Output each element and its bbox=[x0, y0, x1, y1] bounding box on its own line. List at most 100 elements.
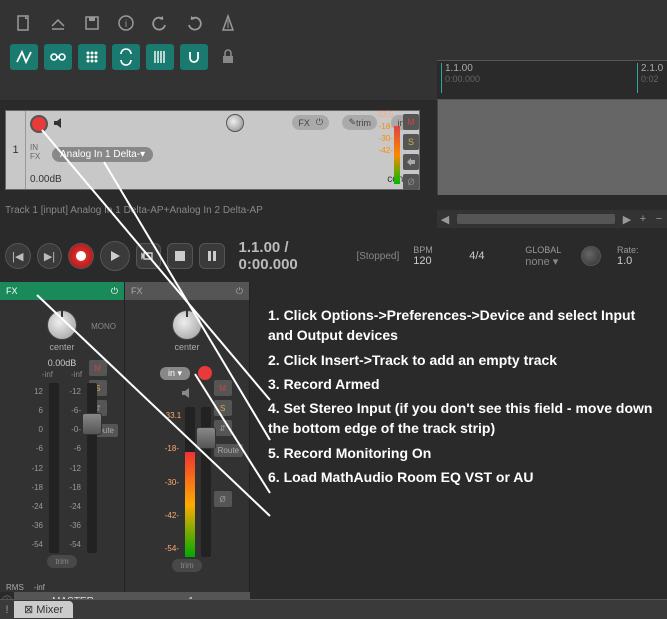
route-small-button[interactable] bbox=[403, 154, 419, 170]
ch1-input-mode[interactable]: in ▾ bbox=[160, 367, 190, 380]
trim-icon: ✎ bbox=[348, 117, 356, 128]
info-icon[interactable]: i bbox=[112, 10, 140, 36]
master-trim-button[interactable]: trim bbox=[47, 555, 76, 568]
instruction-1: 1. Click Options->Preferences->Device an… bbox=[268, 305, 663, 346]
master-pan-label: center bbox=[49, 342, 74, 352]
chevron-down-icon: ▾ bbox=[140, 149, 145, 160]
undo-icon[interactable] bbox=[146, 10, 174, 36]
go-end-button[interactable]: ▶| bbox=[37, 243, 63, 269]
ch1-phase-button[interactable]: Ø bbox=[214, 491, 232, 507]
scrollbar-thumb[interactable] bbox=[457, 214, 615, 224]
instruction-5: 5. Record Monitoring On bbox=[268, 443, 663, 463]
zoom-out-icon[interactable]: − bbox=[651, 211, 667, 227]
master-peak-left: -inf bbox=[42, 370, 53, 379]
ch1-trim-button[interactable]: trim bbox=[172, 559, 201, 572]
master-mute-button[interactable]: M bbox=[89, 360, 107, 376]
sync-label: GLOBAL bbox=[525, 245, 565, 255]
ch1-solo-button[interactable]: S bbox=[214, 400, 232, 416]
stop-button[interactable] bbox=[167, 243, 193, 269]
track-meter-scale: -33.5 -18- -30- -42- bbox=[375, 110, 395, 158]
ripple-icon[interactable] bbox=[112, 44, 140, 70]
instruction-2: 2. Click Insert->Track to add an empty t… bbox=[268, 350, 663, 370]
instruction-overlay: 1. Click Options->Preferences->Device an… bbox=[268, 305, 663, 491]
master-fader-handle[interactable] bbox=[82, 413, 102, 435]
in-fx-label[interactable]: IN FX bbox=[30, 143, 40, 161]
mute-button[interactable]: M bbox=[403, 114, 419, 130]
bpm-value[interactable]: 120 bbox=[413, 255, 453, 267]
go-start-button[interactable]: |◀ bbox=[5, 243, 31, 269]
envelope-icon[interactable] bbox=[10, 44, 38, 70]
ruler-mark-2-sub: 0:02 bbox=[641, 74, 659, 84]
ch1-mute-button[interactable]: M bbox=[214, 380, 232, 396]
rms-label: RMS bbox=[6, 583, 24, 592]
track-volume-knob[interactable] bbox=[226, 114, 244, 132]
loop-button[interactable] bbox=[136, 243, 162, 269]
rate-value[interactable]: 1.0 bbox=[617, 255, 657, 267]
save-icon[interactable] bbox=[78, 10, 106, 36]
master-pan-knob[interactable] bbox=[47, 310, 77, 340]
rms-value: -inf bbox=[34, 583, 45, 592]
playrate-knob[interactable] bbox=[581, 246, 601, 266]
ruler-mark-1-sub: 0:00.000 bbox=[445, 74, 480, 84]
new-icon[interactable] bbox=[10, 10, 38, 36]
arrange-area[interactable] bbox=[437, 100, 667, 195]
zoom-in-icon[interactable]: + bbox=[635, 211, 651, 227]
timesig-value[interactable]: 4/4 bbox=[469, 250, 509, 262]
ch1-fader-handle[interactable] bbox=[196, 427, 216, 449]
master-meter-left bbox=[49, 383, 59, 553]
close-icon[interactable]: ⊠ bbox=[24, 604, 33, 616]
solo-button[interactable]: S bbox=[403, 134, 419, 150]
tab-collapse-icon[interactable]: ! bbox=[0, 604, 14, 616]
record-arm-button[interactable] bbox=[30, 115, 48, 133]
mono-button[interactable]: MONO bbox=[91, 322, 116, 331]
timeline-ruler[interactable]: 1.1.00 0:00.000 2.1.0 0:02 bbox=[437, 60, 667, 100]
track-strip: 1 FX ⏻ ✎ trim in ▾ IN FX Analog In 1 Del… bbox=[5, 110, 420, 190]
scroll-right-icon[interactable]: ▶ bbox=[619, 211, 635, 227]
transport-status: [Stopped] bbox=[356, 251, 399, 262]
ch1-fader[interactable] bbox=[201, 407, 211, 557]
track-trim-button[interactable]: ✎ trim bbox=[342, 115, 377, 130]
time-display[interactable]: 1.1.00 / 0:00.000 bbox=[239, 239, 351, 273]
play-button[interactable] bbox=[100, 241, 130, 271]
lock-icon[interactable] bbox=[214, 44, 242, 70]
master-fader[interactable] bbox=[87, 383, 97, 553]
stereo-input-selector[interactable]: Analog In 1 Delta- ▾ bbox=[52, 147, 153, 162]
track-fx-button[interactable]: FX ⏻ bbox=[292, 115, 329, 130]
master-scale-left: 1260 -6-12-18 -24-36-54 bbox=[27, 383, 43, 553]
ch1-record-arm-button[interactable] bbox=[196, 364, 214, 382]
track-db-readout: 0.00dB bbox=[30, 174, 62, 185]
ch1-route-button[interactable]: ⇵ bbox=[214, 420, 232, 436]
snap-magnet-icon[interactable] bbox=[180, 44, 208, 70]
ch1-monitor-icon[interactable] bbox=[180, 391, 194, 403]
mixer-panel: FX ⏻ center MONO 0.00dB -inf -inf M S ⇵ … bbox=[0, 282, 250, 592]
instruction-4: 4. Set Stereo Input (if you don't see th… bbox=[268, 398, 663, 439]
phase-button[interactable]: Ø bbox=[403, 174, 419, 190]
snap-lines-icon[interactable] bbox=[146, 44, 174, 70]
tab-mixer[interactable]: ⊠ Mixer bbox=[14, 601, 73, 618]
horizontal-scrollbar[interactable]: ◀ ▶ + − bbox=[437, 210, 667, 228]
mixer-strip-1: FX ⏻ center in ▾ M S ⇵ Route Ø -33.1 -18 bbox=[125, 282, 250, 592]
bpm-label: BPM bbox=[413, 245, 453, 255]
pause-button[interactable] bbox=[199, 243, 225, 269]
master-fx-button[interactable]: FX ⏻ bbox=[0, 282, 124, 300]
sync-value[interactable]: none ▾ bbox=[525, 255, 565, 268]
link-icon[interactable] bbox=[44, 44, 72, 70]
ch1-pan-knob[interactable] bbox=[172, 310, 202, 340]
metronome-icon[interactable] bbox=[214, 10, 242, 36]
track-meter-bar bbox=[394, 126, 400, 184]
fx-power-icon[interactable]: ⏻ bbox=[236, 286, 243, 297]
redo-icon[interactable] bbox=[180, 10, 208, 36]
track-number[interactable]: 1 bbox=[6, 111, 26, 189]
master-peak-right: -inf bbox=[71, 370, 82, 379]
ch1-route-label[interactable]: Route bbox=[214, 444, 243, 457]
fx-power-icon[interactable]: ⏻ bbox=[111, 286, 118, 297]
monitor-speaker-icon[interactable] bbox=[52, 116, 66, 133]
grid-icon[interactable] bbox=[78, 44, 106, 70]
record-button[interactable] bbox=[68, 243, 94, 269]
fx-power-icon[interactable]: ⏻ bbox=[316, 117, 323, 128]
scroll-left-icon[interactable]: ◀ bbox=[437, 211, 453, 227]
instruction-6: 6. Load MathAudio Room EQ VST or AU bbox=[268, 467, 663, 487]
rate-label: Rate: bbox=[617, 245, 657, 255]
ch1-fx-button[interactable]: FX ⏻ bbox=[125, 282, 249, 300]
open-icon[interactable] bbox=[44, 10, 72, 36]
